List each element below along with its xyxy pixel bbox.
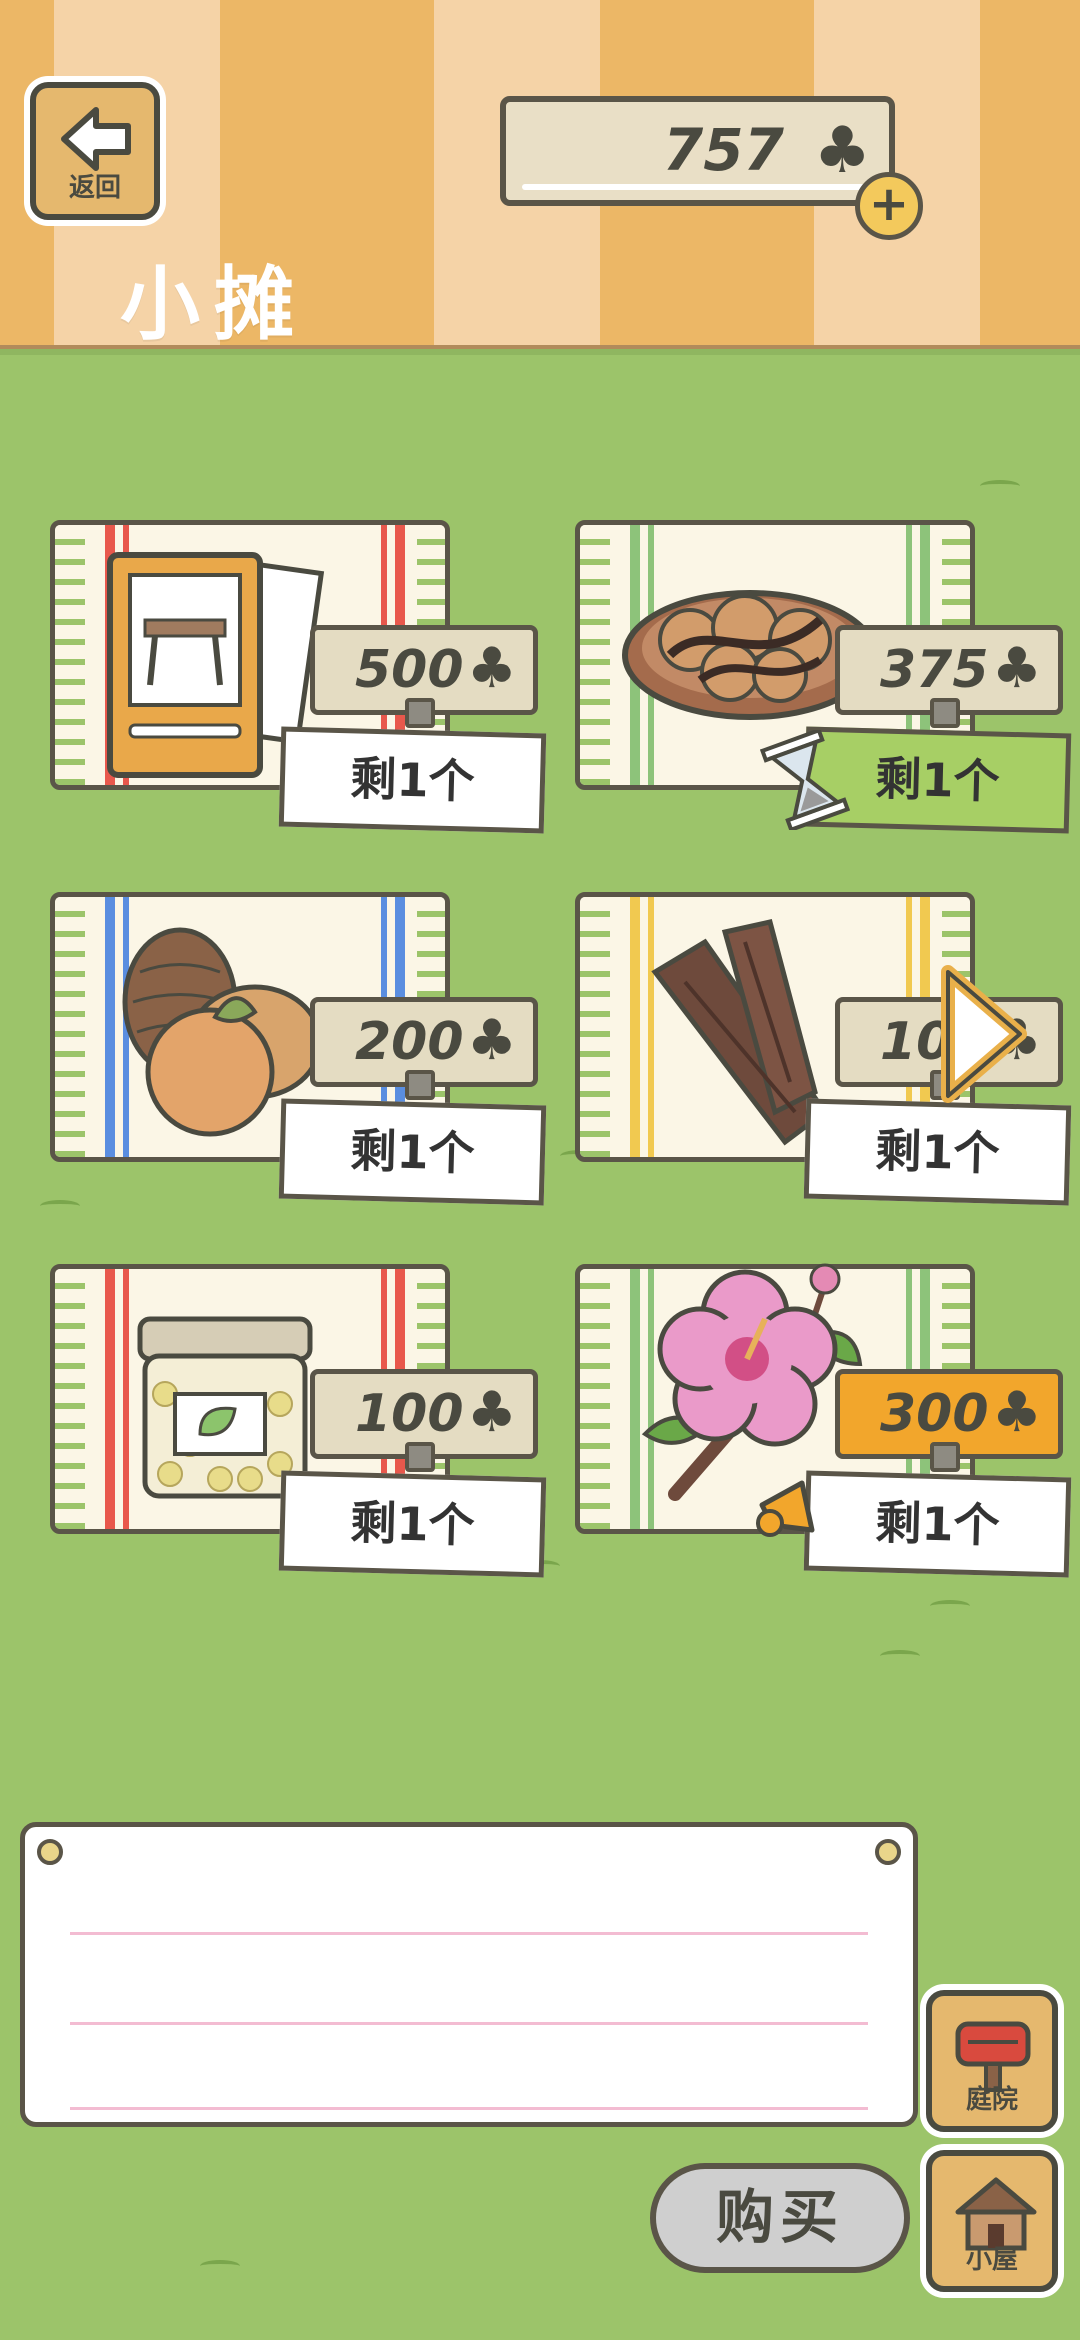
shop-item-pinecone-and-nut[interactable]: 200 ♣ 剩1个 <box>40 892 547 1206</box>
item-price: 500 <box>355 640 464 700</box>
back-button[interactable]: 返回 <box>30 82 160 220</box>
clover-icon: ♣ <box>991 1380 1042 1445</box>
message-board <box>20 1822 918 2127</box>
price-tag: 100 ♣ <box>310 1369 538 1472</box>
stock-label: 剩1个 <box>278 726 547 834</box>
header-bar: 返回 小摊 757 ♣ + <box>0 0 1080 355</box>
price-tag: 200 ♣ <box>310 997 538 1100</box>
clover-icon: ♣ <box>466 1380 517 1445</box>
back-button-label: 返回 <box>68 173 121 203</box>
page-title: 小摊 <box>120 258 308 351</box>
clover-icon: ♣ <box>466 636 517 701</box>
price-tag: 500 ♣ <box>310 625 538 728</box>
megaphone-icon <box>756 1480 815 1537</box>
house-button-label: 小屋 <box>965 2245 1018 2275</box>
back-arrow-icon <box>61 107 131 171</box>
stock-label: 剩1个 <box>803 1470 1072 1578</box>
item-price: 375 <box>880 640 989 700</box>
clover-balance: 757 ♣ <box>500 96 895 206</box>
stock-label: 剩1个 <box>278 1470 547 1578</box>
shop-item-dried-wood[interactable]: 10 ♣ 剩1个 <box>565 892 1072 1206</box>
house-button[interactable]: 小屋 <box>926 2150 1058 2292</box>
item-price: 100 <box>355 1384 464 1444</box>
shop-item-jar-of-beans[interactable]: 100 ♣ 剩1个 <box>40 1264 547 1578</box>
clover-icon: ♣ <box>813 114 871 188</box>
add-clover-button[interactable]: + <box>855 172 923 240</box>
hourglass-icon <box>760 730 850 830</box>
garden-button-label: 庭院 <box>965 2085 1018 2115</box>
next-page-arrow-icon[interactable] <box>938 964 1028 1104</box>
item-price: 300 <box>880 1384 989 1444</box>
price-tag: 300 ♣ <box>835 1369 1063 1472</box>
price-tag: 375 ♣ <box>835 625 1063 728</box>
clover-count: 757 <box>662 116 784 184</box>
stock-label: 剩1个 <box>278 1098 547 1206</box>
shop-item-table-card[interactable]: 500 ♣ 剩1个 <box>40 520 547 834</box>
clover-icon: ♣ <box>466 1008 517 1073</box>
stock-label: 剩1个 <box>803 1098 1072 1206</box>
clover-icon: ♣ <box>991 636 1042 701</box>
buy-button[interactable]: 购买 <box>650 2163 910 2273</box>
garden-button[interactable]: 庭院 <box>926 1990 1058 2132</box>
item-price: 200 <box>355 1012 464 1072</box>
